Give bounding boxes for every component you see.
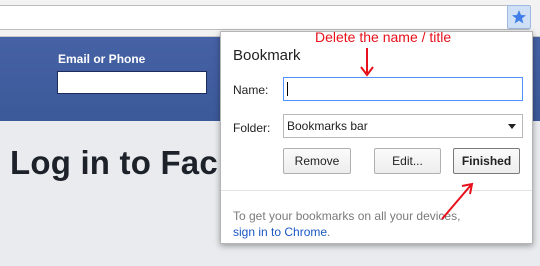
arrow-up-right-icon bbox=[441, 182, 474, 220]
arrow-down-icon bbox=[360, 48, 374, 77]
annotation-arrows bbox=[360, 48, 474, 220]
